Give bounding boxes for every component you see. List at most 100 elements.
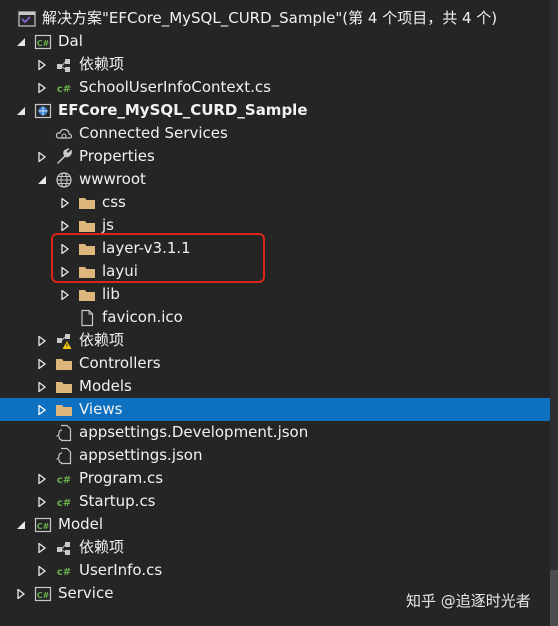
file-label: UserInfo.cs [79,561,163,579]
folder-icon [55,401,73,419]
file-school-userinfo-context[interactable]: c# SchoolUserInfoContext.cs [0,76,550,99]
wwwroot-node[interactable]: wwwroot [0,168,550,191]
project-efcore-label: EFCore_MySQL_CURD_Sample [58,101,308,119]
file-favicon[interactable]: favicon.ico [0,306,550,329]
solution-explorer-tree: 解决方案"EFCore_MySQL_CURD_Sample"(第 4 个项目，共… [0,0,558,626]
connected-services-label: Connected Services [79,124,228,142]
folder-css[interactable]: css [0,191,550,214]
folder-icon [78,217,96,235]
solution-node[interactable]: 解决方案"EFCore_MySQL_CURD_Sample"(第 4 个项目，共… [0,7,550,30]
properties-node[interactable]: Properties [0,145,550,168]
folder-views[interactable]: Views [0,398,550,421]
project-service-label: Service [58,584,114,602]
web-project-icon [34,102,52,120]
project-model[interactable]: C# Model [0,513,550,536]
expanded-arrow-icon[interactable] [35,173,49,187]
highlight-annotation-box [51,233,265,283]
file-label: SchoolUserInfoContext.cs [79,78,271,96]
collapsed-arrow-icon[interactable] [35,58,49,72]
dependencies-icon [55,56,73,74]
collapsed-arrow-icon[interactable] [35,541,49,555]
project-dal-label: Dal [58,32,83,50]
csharp-project-icon: C# [34,585,52,603]
watermark-text: 知乎 @追逐时光者 [406,592,531,610]
folder-models[interactable]: Models [0,375,550,398]
svg-text:c#: c# [57,567,71,578]
file-program[interactable]: c# Program.cs [0,467,550,490]
folder-icon [55,355,73,373]
file-label: Startup.cs [79,492,156,510]
globe-icon [55,171,73,189]
file-label: appsettings.json [79,446,203,464]
svg-text:C#: C# [37,522,50,531]
collapsed-arrow-icon[interactable] [35,564,49,578]
collapsed-arrow-icon[interactable] [35,150,49,164]
file-label: Program.cs [79,469,164,487]
collapsed-arrow-icon[interactable] [58,288,72,302]
file-appsettings-development[interactable]: appsettings.Development.json [0,421,550,444]
dal-dependencies[interactable]: 依赖项 [0,53,550,76]
connected-services[interactable]: Connected Services [0,122,550,145]
expanded-arrow-icon[interactable] [14,35,28,49]
collapsed-arrow-icon[interactable] [35,334,49,348]
properties-label: Properties [79,147,155,165]
svg-text:c#: c# [57,498,71,509]
file-label: appsettings.Development.json [79,423,309,441]
folder-icon [78,194,96,212]
folder-lib[interactable]: lib [0,283,550,306]
csharp-file-icon: c# [55,562,73,580]
expanded-arrow-icon[interactable] [14,104,28,118]
collapsed-arrow-icon[interactable] [58,219,72,233]
cloud-icon [55,125,73,143]
csharp-file-icon: c# [55,493,73,511]
collapsed-arrow-icon[interactable] [35,81,49,95]
scrollbar-thumb[interactable] [550,570,558,626]
wrench-icon [55,147,73,166]
vertical-scrollbar[interactable] [550,0,558,626]
dependencies-warning-icon [55,332,73,350]
svg-text:C#: C# [37,39,50,48]
svg-text:C#: C# [37,591,50,600]
collapsed-arrow-icon[interactable] [35,357,49,371]
file-icon [78,309,96,327]
dal-dependencies-label: 依赖项 [79,55,125,73]
folder-label: Views [79,400,123,418]
wwwroot-label: wwwroot [79,170,146,188]
csharp-project-icon: C# [34,33,52,51]
csharp-file-icon: c# [55,470,73,488]
file-label: favicon.ico [102,308,183,326]
folder-label: Controllers [79,354,161,372]
project-model-label: Model [58,515,104,533]
dependencies-icon [55,539,73,557]
folder-controllers[interactable]: Controllers [0,352,550,375]
file-appsettings[interactable]: appsettings.json [0,444,550,467]
collapsed-arrow-icon[interactable] [35,403,49,417]
folder-icon [78,286,96,304]
folder-label: lib [102,285,120,303]
svg-text:c#: c# [57,84,71,95]
file-userinfo[interactable]: c# UserInfo.cs [0,559,550,582]
collapsed-arrow-icon[interactable] [35,380,49,394]
csharp-file-icon: c# [55,79,73,97]
collapsed-arrow-icon[interactable] [35,472,49,486]
json-file-icon [55,424,73,442]
folder-label: Models [79,377,132,395]
expanded-arrow-icon[interactable] [14,518,28,532]
model-dependencies[interactable]: 依赖项 [0,536,550,559]
csharp-project-icon: C# [34,516,52,534]
svg-text:c#: c# [57,475,71,486]
file-startup[interactable]: c# Startup.cs [0,490,550,513]
folder-label: css [102,193,126,211]
web-dependencies-label: 依赖项 [79,331,125,349]
web-dependencies[interactable]: 依赖项 [0,329,550,352]
project-efcore-sample[interactable]: EFCore_MySQL_CURD_Sample [0,99,550,122]
folder-icon [55,378,73,396]
project-dal[interactable]: C# Dal [0,30,550,53]
model-dependencies-label: 依赖项 [79,538,125,556]
solution-icon [18,10,36,28]
solution-label: 解决方案"EFCore_MySQL_CURD_Sample"(第 4 个项目，共… [42,9,498,27]
collapsed-arrow-icon[interactable] [14,587,28,601]
json-file-icon [55,447,73,465]
collapsed-arrow-icon[interactable] [35,495,49,509]
collapsed-arrow-icon[interactable] [58,196,72,210]
